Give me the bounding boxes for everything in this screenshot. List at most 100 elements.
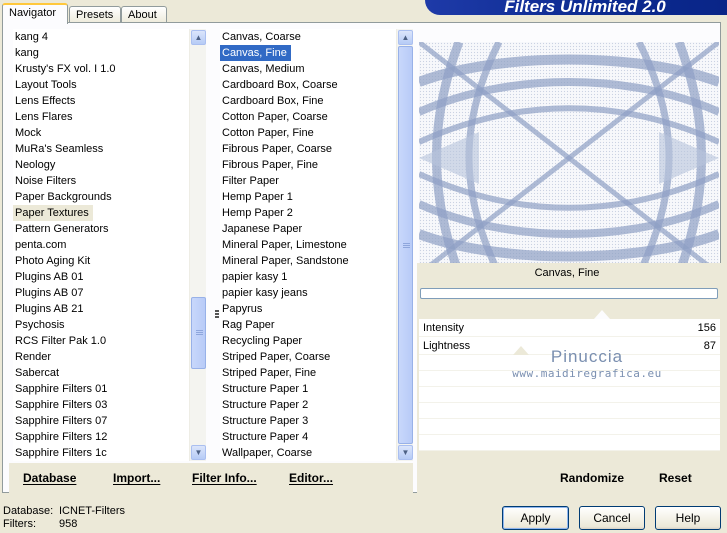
slider-thumb-icon[interactable] xyxy=(594,310,610,319)
preview-pattern xyxy=(419,42,719,274)
list-item[interactable]: Noise Filters xyxy=(13,173,189,189)
editor-button[interactable]: Editor... xyxy=(289,471,333,485)
filter-name-label: Canvas, Fine xyxy=(534,267,600,279)
tab-navigator[interactable]: Navigator xyxy=(2,3,68,24)
list-item[interactable]: Fibrous Paper, Fine xyxy=(220,157,396,173)
slider-thumb-icon[interactable] xyxy=(513,346,529,355)
list-item[interactable]: Sapphire Filters 12 xyxy=(13,429,189,445)
list-item-label: Layout Tools xyxy=(15,79,77,91)
list-item-label: Krusty's FX vol. I 1.0 xyxy=(15,63,116,75)
list-item[interactable]: Cotton Paper, Coarse xyxy=(220,109,396,125)
list-item[interactable]: Canvas, Fine xyxy=(220,45,396,61)
param-lightness[interactable]: Lightness 87 xyxy=(419,337,720,355)
list-item[interactable]: Sapphire Filters 03 xyxy=(13,397,189,413)
scroll-up-icon[interactable]: ▲ xyxy=(191,30,206,45)
list-item[interactable]: Striped Paper, Coarse xyxy=(220,349,396,365)
list-item[interactable]: Sapphire Filters 01 xyxy=(13,381,189,397)
list-item[interactable]: Recycling Paper xyxy=(220,333,396,349)
list-item[interactable]: Plugins AB 01 xyxy=(13,269,189,285)
category-scrollbar[interactable]: ▲ ▼ xyxy=(189,29,206,461)
list-item[interactable]: Hemp Paper 1 xyxy=(220,189,396,205)
scroll-thumb[interactable] xyxy=(191,297,206,369)
list-item-label: Paper Textures xyxy=(13,205,93,221)
list-item[interactable]: Paper Textures xyxy=(13,205,189,221)
list-item[interactable]: Cotton Paper, Fine xyxy=(220,125,396,141)
list-item[interactable]: Lens Effects xyxy=(13,93,189,109)
apply-button[interactable]: Apply xyxy=(502,506,569,530)
list-item[interactable]: Structure Paper 2 xyxy=(220,397,396,413)
scroll-down-icon[interactable]: ▼ xyxy=(191,445,206,460)
list-item[interactable]: Mineral Paper, Limestone xyxy=(220,237,396,253)
list-item[interactable]: Papyrus xyxy=(220,301,396,317)
list-item-label: Mineral Paper, Limestone xyxy=(222,239,347,251)
navigator-toolbar: Database Import... Filter Info... Editor… xyxy=(9,463,413,493)
randomize-button[interactable]: Randomize xyxy=(560,471,624,485)
list-item[interactable]: Layout Tools xyxy=(13,77,189,93)
preview-image[interactable] xyxy=(419,42,719,274)
list-item[interactable]: Hemp Paper 2 xyxy=(220,205,396,221)
list-item-label: Photo Aging Kit xyxy=(15,255,91,267)
list-item[interactable]: MuRa's Seamless xyxy=(13,141,189,157)
list-item[interactable]: Krusty's FX vol. I 1.0 xyxy=(13,61,189,77)
filter-list[interactable]: Canvas, Coarse Canvas, Fine Canvas, Medium… xyxy=(220,29,396,461)
list-item[interactable]: Lens Flares xyxy=(13,109,189,125)
navigator-panel: kang 4 kang Krusty's FX vol. I 1.0 Layout T… xyxy=(2,22,722,493)
list-item[interactable]: Structure Paper 3 xyxy=(220,413,396,429)
param-empty xyxy=(419,435,720,451)
list-item[interactable]: Rag Paper xyxy=(220,317,396,333)
list-item[interactable]: kang xyxy=(13,45,189,61)
param-empty xyxy=(419,403,720,419)
list-item-label: Papyrus xyxy=(222,303,263,315)
list-item[interactable]: Wallpaper, Coarse xyxy=(220,445,396,461)
list-item[interactable]: Japanese Paper xyxy=(220,221,396,237)
list-item[interactable]: Fibrous Paper, Coarse xyxy=(220,141,396,157)
list-item-label: Cardboard Box, Fine xyxy=(222,95,324,107)
list-item[interactable]: Striped Paper, Fine xyxy=(220,365,396,381)
list-item[interactable]: Mineral Paper, Sandstone xyxy=(220,253,396,269)
param-empty xyxy=(419,387,720,403)
param-intensity[interactable]: Intensity 156 xyxy=(419,310,720,337)
reset-button[interactable]: Reset xyxy=(659,471,692,485)
list-item[interactable]: Structure Paper 4 xyxy=(220,429,396,445)
list-item[interactable]: RCS Filter Pak 1.0 xyxy=(13,333,189,349)
list-item[interactable]: Photo Aging Kit xyxy=(13,253,189,269)
list-item[interactable]: Psychosis xyxy=(13,317,189,333)
list-item[interactable]: Neology xyxy=(13,157,189,173)
param-label: Intensity xyxy=(423,322,464,334)
category-list[interactable]: kang 4 kang Krusty's FX vol. I 1.0 Layout T… xyxy=(13,29,189,461)
list-item[interactable]: penta.com xyxy=(13,237,189,253)
list-item[interactable]: Mock xyxy=(13,125,189,141)
list-item-label: kang xyxy=(15,47,39,59)
list-item[interactable]: Filter Paper xyxy=(220,173,396,189)
database-button[interactable]: Database xyxy=(23,471,76,485)
list-item[interactable]: Sapphire Filters 1c xyxy=(13,445,189,461)
list-item[interactable]: Pattern Generators xyxy=(13,221,189,237)
filter-scrollbar[interactable]: ▲ ▼ xyxy=(396,29,413,461)
status-value: ICNET-Filters xyxy=(59,505,125,517)
list-item[interactable]: Canvas, Medium xyxy=(220,61,396,77)
list-item[interactable]: Plugins AB 21 xyxy=(13,301,189,317)
list-item[interactable]: kang 4 xyxy=(13,29,189,45)
list-item-label: Striped Paper, Coarse xyxy=(222,351,331,363)
help-button[interactable]: Help xyxy=(655,506,721,530)
list-item[interactable]: Plugins AB 07 xyxy=(13,285,189,301)
list-item[interactable]: papier kasy 1 xyxy=(220,269,396,285)
list-item[interactable]: Structure Paper 1 xyxy=(220,381,396,397)
list-item[interactable]: Sabercat xyxy=(13,365,189,381)
list-item-label: Psychosis xyxy=(15,319,65,331)
scroll-thumb[interactable] xyxy=(398,46,413,444)
cancel-button[interactable]: Cancel xyxy=(579,506,645,530)
list-item-label: Striped Paper, Fine xyxy=(222,367,317,379)
scroll-up-icon[interactable]: ▲ xyxy=(398,30,413,45)
import-button[interactable]: Import... xyxy=(113,471,160,485)
scroll-down-icon[interactable]: ▼ xyxy=(398,445,413,460)
list-item[interactable]: Render xyxy=(13,349,189,365)
list-item[interactable]: Cardboard Box, Fine xyxy=(220,93,396,109)
list-item[interactable]: Canvas, Coarse xyxy=(220,29,396,45)
list-item[interactable]: papier kasy jeans xyxy=(220,285,396,301)
list-item-label: Sapphire Filters 07 xyxy=(15,415,108,427)
list-item[interactable]: Cardboard Box, Coarse xyxy=(220,77,396,93)
list-item[interactable]: Paper Backgrounds xyxy=(13,189,189,205)
list-item[interactable]: Sapphire Filters 07 xyxy=(13,413,189,429)
filter-info-button[interactable]: Filter Info... xyxy=(192,471,257,485)
